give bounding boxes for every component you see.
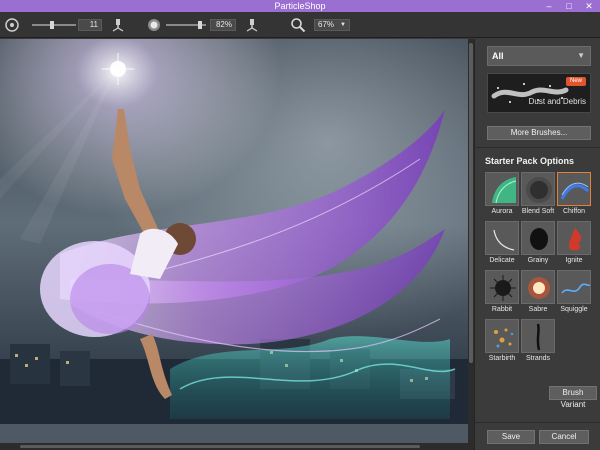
squiggle-icon <box>557 270 591 304</box>
brush-label: Ignite <box>565 257 583 264</box>
featured-brush-pack[interactable]: New Dust and Debris <box>487 73 591 113</box>
brush-chiffon[interactable]: Chiffon <box>557 172 591 215</box>
brush-size-icon[interactable] <box>4 17 20 33</box>
starbirth-icon <box>485 319 519 353</box>
pressure-opacity-icon[interactable] <box>244 17 260 33</box>
canvas-horizontal-scrollbar[interactable] <box>0 443 468 450</box>
maximize-button[interactable]: □ <box>560 0 578 12</box>
brush-panel: All ▼ New Dust and Debris More Brushes..… <box>474 39 600 450</box>
sabre-icon <box>521 270 555 304</box>
canvas[interactable] <box>0 39 468 450</box>
brush-strands[interactable]: Strands <box>521 319 555 362</box>
cancel-button[interactable]: Cancel <box>539 430 589 444</box>
opacity-slider[interactable] <box>166 21 206 29</box>
ignite-icon <box>557 221 591 255</box>
brush-label: Strands <box>525 355 551 362</box>
brush-variant-button[interactable]: Brush Variant <box>549 386 597 409</box>
section-title: Starter Pack Options <box>485 156 575 166</box>
close-button[interactable]: ✕ <box>580 0 598 12</box>
minimize-button[interactable]: – <box>540 0 558 12</box>
particleshop-window: ParticleShop – □ ✕ 11 82% 67% ▼ All ▼ Ne… <box>0 0 600 450</box>
vertical-scroll-thumb[interactable] <box>469 43 473 363</box>
panel-divider <box>475 422 600 423</box>
opacity-icon[interactable] <box>146 17 162 33</box>
featured-brush-label: Dust and Debris <box>528 97 586 106</box>
new-badge: New <box>565 77 586 86</box>
delicate-icon <box>485 221 519 255</box>
title-bar: ParticleShop – □ ✕ <box>0 0 600 12</box>
brush-label: Chiffon <box>562 208 586 215</box>
zoom-icon[interactable] <box>290 17 306 33</box>
opacity-value[interactable]: 82% <box>210 19 236 31</box>
chevron-down-icon: ▼ <box>340 22 346 28</box>
save-button[interactable]: Save <box>487 430 535 444</box>
brush-category-value: All <box>492 51 504 61</box>
brush-size-slider[interactable] <box>32 21 76 29</box>
strands-icon <box>521 319 555 353</box>
brush-squiggle[interactable]: Squiggle <box>557 270 591 313</box>
more-brushes-button[interactable]: More Brushes... <box>487 126 591 140</box>
pressure-size-icon[interactable] <box>110 17 126 33</box>
grainy-icon <box>521 221 555 255</box>
chevron-down-icon: ▼ <box>577 51 585 60</box>
blend-soft-icon <box>521 172 555 206</box>
chiffon-icon <box>557 172 591 206</box>
toolbar: 11 82% 67% ▼ <box>0 12 600 38</box>
rabbit-icon <box>485 270 519 304</box>
zoom-value: 67% <box>318 20 335 29</box>
brush-size-value[interactable]: 11 <box>78 19 102 31</box>
window-title: ParticleShop <box>274 1 326 11</box>
horizontal-scroll-thumb[interactable] <box>20 445 420 448</box>
panel-divider <box>475 147 600 148</box>
brush-size-slider-knob[interactable] <box>50 21 54 29</box>
artwork-image <box>0 39 468 450</box>
brush-label: Squiggle <box>560 306 588 313</box>
aurora-icon <box>485 172 519 206</box>
zoom-select[interactable]: 67% ▼ <box>314 19 350 31</box>
brush-ignite[interactable]: Ignite <box>557 221 591 264</box>
brush-category-dropdown[interactable]: All ▼ <box>487 46 591 66</box>
opacity-slider-knob[interactable] <box>198 21 202 29</box>
